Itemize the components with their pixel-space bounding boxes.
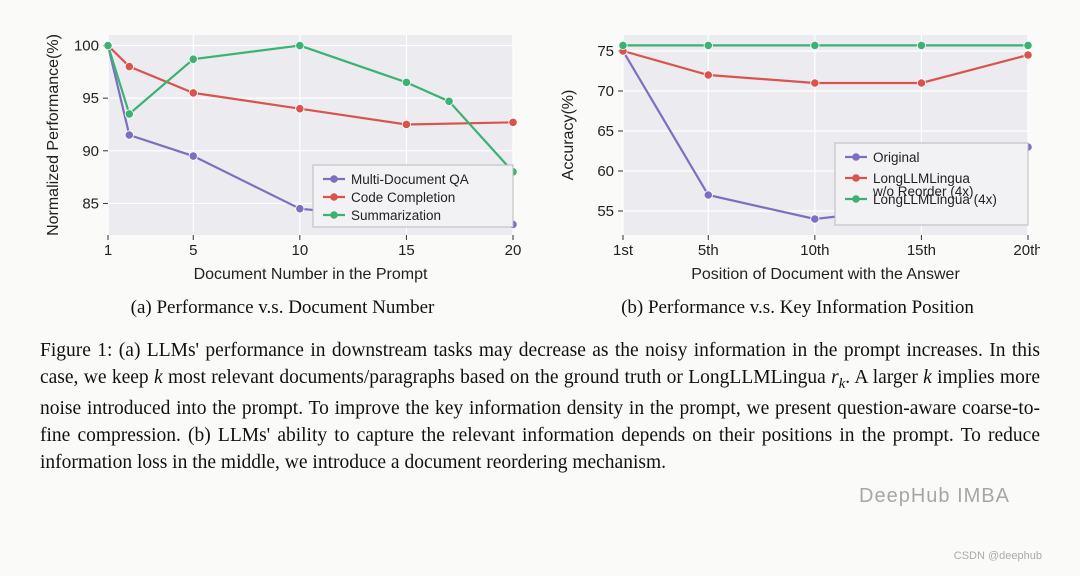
svg-text:20: 20 (505, 242, 522, 259)
svg-text:1st: 1st (613, 242, 634, 259)
svg-text:65: 65 (597, 123, 614, 140)
charts-container: 85909510015101520Document Number in the … (40, 25, 1040, 319)
svg-text:55: 55 (597, 203, 614, 220)
chart-b-svg: 55 60 65 70 75 1st 5th 10th 15th 20th Position of … (555, 25, 1040, 285)
svg-text:Document Number in the Prompt: Document Number in the Prompt (194, 266, 428, 283)
svg-text:5: 5 (189, 242, 197, 259)
svg-text:75: 75 (597, 43, 614, 60)
svg-text:10th: 10th (800, 242, 829, 259)
svg-text:10: 10 (291, 242, 308, 259)
svg-text:Multi-Document QA: Multi-Document QA (351, 172, 469, 187)
svg-text:70: 70 (597, 83, 614, 100)
svg-text:90: 90 (82, 143, 99, 160)
svg-text:Code Completion: Code Completion (351, 190, 455, 205)
svg-text:95: 95 (82, 90, 99, 107)
chart-a-svg: 85909510015101520Document Number in the … (40, 25, 525, 285)
svg-text:15th: 15th (907, 242, 936, 259)
svg-text:85: 85 (82, 195, 99, 212)
chart-a: 85909510015101520Document Number in the … (40, 25, 525, 319)
credit: CSDN @deephub (954, 550, 1042, 562)
svg-text:1: 1 (104, 242, 112, 259)
svg-text:Normalized Performance(%): Normalized Performance(%) (45, 34, 62, 236)
chart-b: 55 60 65 70 75 1st 5th 10th 15th 20th Position of … (555, 25, 1040, 319)
subcaption-b: (b) Performance v.s. Key Information Pos… (555, 297, 1040, 319)
svg-text:20th: 20th (1013, 242, 1040, 259)
svg-text:LongLLMLingua (4x): LongLLMLingua (4x) (873, 192, 997, 207)
svg-text:15: 15 (398, 242, 415, 259)
svg-text:Position of Document with the: Position of Document with the Answer (691, 266, 960, 283)
watermark: DeepHub IMBA (859, 485, 1010, 508)
svg-text:100: 100 (74, 38, 99, 55)
svg-text:Accuracy(%): Accuracy(%) (560, 90, 577, 181)
svg-text:60: 60 (597, 163, 614, 180)
svg-text:Original: Original (873, 150, 920, 165)
svg-text:Summarization: Summarization (351, 208, 441, 223)
subcaption-a: (a) Performance v.s. Document Number (40, 297, 525, 319)
svg-text:5th: 5th (698, 242, 719, 259)
figure-caption: Figure 1: (a) LLMs' performance in downs… (40, 337, 1040, 477)
